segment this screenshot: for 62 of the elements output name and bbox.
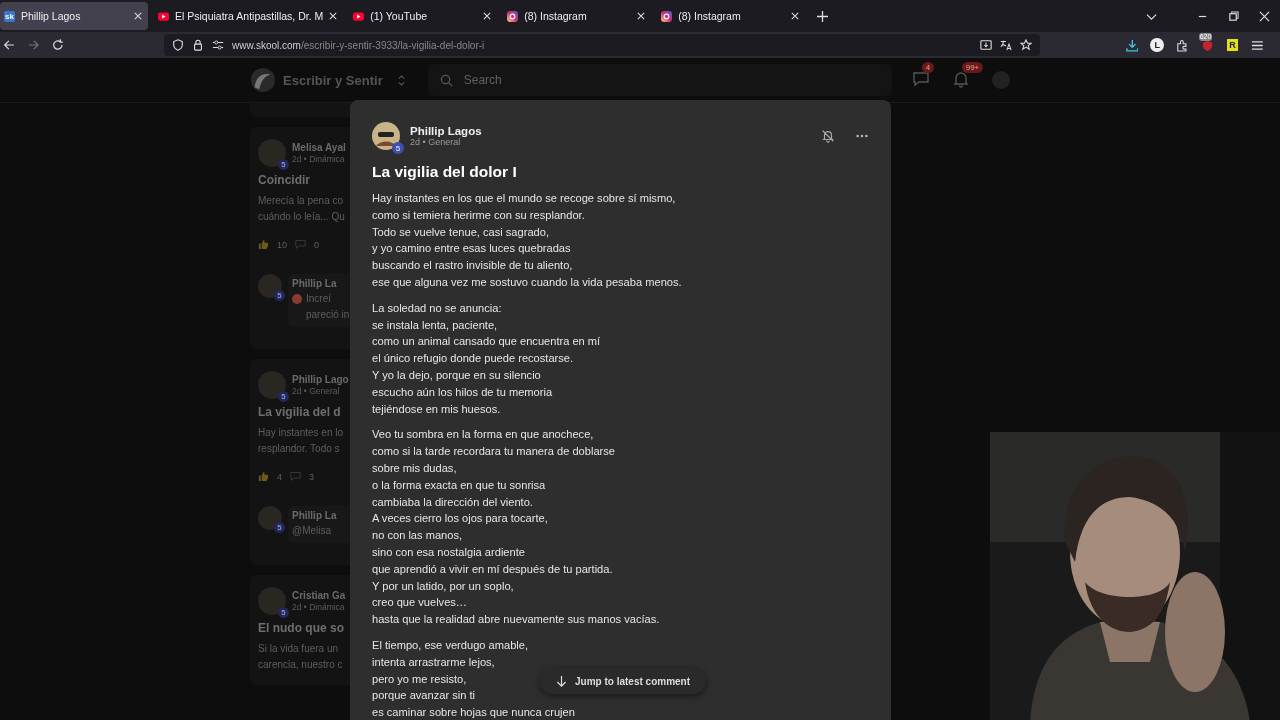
poem-line: el único refugio donde puede recostarse. — [372, 351, 574, 367]
tab-title: (1) YouTube — [370, 10, 429, 22]
post-excerpt: Merecía la pena co cuándo lo leía... Qu — [258, 194, 345, 224]
poem-line: El tiempo, ese verdugo amable, — [372, 637, 529, 653]
poem-line: La soledad no se anuncia: — [372, 300, 502, 316]
poem-line: Todo se vuelve tenue, casi sagrado, — [372, 224, 549, 240]
post-title: Coincidir — [258, 173, 310, 187]
site-favicon: sk — [4, 10, 15, 22]
poem-line: o la forma exacta en que tu sonrisa — [372, 477, 546, 493]
level-badge: 5 — [274, 522, 285, 533]
level-badge: 5 — [278, 607, 289, 618]
tab-title: (8) Instagram — [524, 10, 588, 22]
poem-line: tejiéndose en mis huesos. — [372, 401, 501, 417]
poem-line: porque avanzar sin ti — [372, 688, 475, 704]
poem-line: como si la tarde recordara tu manera de doblarse — [372, 444, 615, 460]
post-title: La vigilia del dolor I — [372, 163, 518, 181]
level-badge: 5 — [274, 290, 285, 301]
post-meta: 2d • General — [292, 386, 340, 396]
poem-line: y yo camino entre esas luces quebradas — [372, 241, 571, 257]
count-badge: 99+ — [961, 62, 984, 73]
poem-line: creo que vuelves… — [372, 595, 467, 611]
poem-line: es caminar sobre hojas que nunca crujen — [372, 705, 575, 720]
like-count: 10 — [277, 239, 287, 250]
poem-line: que aprendió a vivir en mí después de tu partida. — [372, 561, 613, 577]
poem-line: Hay instantes en los que el mundo se recoge sobre sí mismo, — [372, 191, 676, 206]
post-meta: 2d • Dinámica — [292, 602, 345, 612]
post-title: La vigilia del d — [258, 405, 341, 419]
url-text: www.skool.com/escribir-y-sentir-3933/la-vigilia-del-dolor-i — [232, 39, 485, 51]
poem-line: Veo tu sombra en la forma en que anochece, — [372, 427, 594, 443]
tab-title: (8) Instagram — [678, 10, 742, 22]
poem-line: Y por un latido, por un soplo, — [372, 578, 514, 594]
tab-title: El Psiquiatra Antipastillas, Dr. M — [175, 10, 324, 22]
poem-line: no con las manos, — [372, 528, 463, 544]
poem-line: pero yo me resisto, — [372, 671, 467, 687]
poem-line: buscando el rastro invisible de tu aliento, — [372, 258, 573, 274]
count-badge: 4 — [921, 62, 935, 73]
poem-line: como un animal cansado que encuentra en mí — [372, 334, 601, 350]
poem-line: como si temiera herirme con su resplandor. — [372, 207, 585, 223]
poem-line: ese que alguna vez me sostuvo cuando la vida pesaba menos. — [372, 275, 682, 290]
comment-count: 0 — [314, 239, 320, 250]
comment-count: 3 — [309, 471, 315, 482]
post-title: El nudo que so — [258, 621, 344, 635]
poem-line: Y yo la dejo, porque en su silencio — [372, 367, 541, 383]
level-badge: 5 — [278, 159, 289, 170]
post-excerpt: Hay instantes en lo resplandor. Todo s — [258, 426, 344, 456]
post-excerpt: Si la vida fuera un carencia, nuestro c — [258, 642, 343, 672]
poem-line: cambiaba la dirección del viento. — [372, 494, 533, 510]
comment-text: Increí pareció in — [306, 292, 350, 322]
poem-line: A veces cierro los ojos para tocarte, — [372, 511, 548, 527]
post-meta: 2d • Dinámica — [292, 154, 345, 164]
level-badge: 5 — [392, 142, 404, 154]
tab-title: Phillip Lagos — [20, 10, 82, 22]
poem-line: sobre mis dudas, — [372, 460, 457, 476]
like-count: 4 — [277, 471, 282, 482]
post-meta: 2d • General — [410, 137, 461, 147]
poem-line: sino con esa nostalgia ardiente — [372, 544, 525, 560]
poem-line: se instala lenta, paciente, — [372, 317, 498, 333]
comment-text: @Melisa — [292, 524, 332, 538]
poem-line: escucho aún los hilos de tu memoria — [372, 384, 553, 400]
poem-line: hasta que la realidad abre nuevamente sus manos vacías. — [372, 612, 660, 628]
level-badge: 5 — [278, 391, 289, 402]
poem-line: intenta arrastrarme lejos, — [372, 654, 495, 670]
